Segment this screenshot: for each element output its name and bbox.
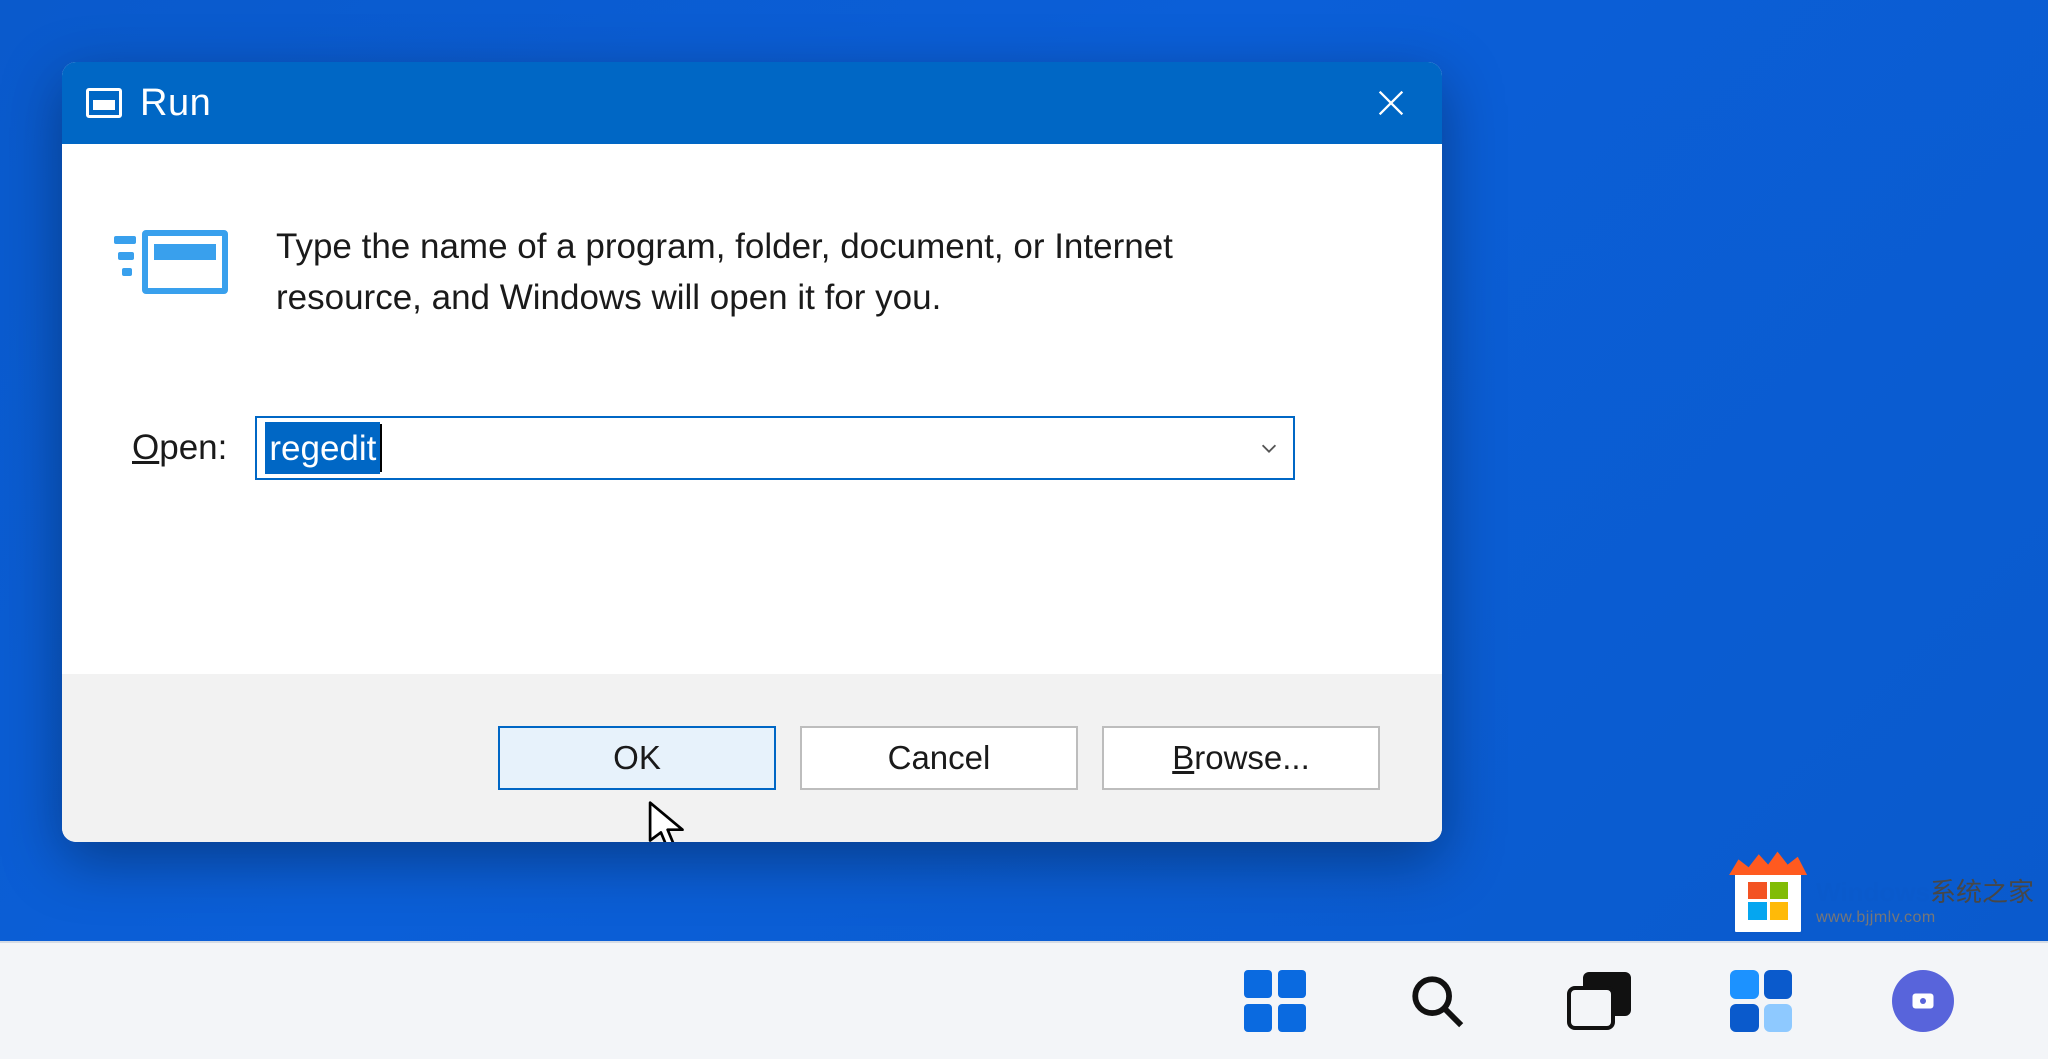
run-title-icon: [86, 88, 122, 118]
open-input-value[interactable]: regedit: [265, 422, 380, 474]
watermark-title: Windows系统之家: [1816, 877, 2034, 908]
open-combobox[interactable]: regedit: [255, 416, 1295, 480]
dialog-button-row: OK Cancel Browse...: [62, 674, 1442, 842]
close-icon: [1374, 86, 1408, 120]
titlebar[interactable]: Run: [62, 62, 1442, 144]
window-title: Run: [140, 82, 211, 125]
open-label: Open:: [132, 428, 227, 468]
chat-button[interactable]: [1888, 966, 1958, 1036]
watermark: Windows系统之家 www.bjjmlv.com: [1732, 869, 2034, 935]
start-button[interactable]: [1240, 966, 1310, 1036]
search-icon: [1408, 972, 1466, 1030]
windows-start-icon: [1244, 970, 1306, 1032]
browse-button[interactable]: Browse...: [1102, 726, 1380, 790]
ok-button[interactable]: OK: [498, 726, 776, 790]
taskbar-search-button[interactable]: [1402, 966, 1472, 1036]
watermark-house-icon: [1732, 869, 1804, 935]
run-dialog-icon: [132, 222, 228, 302]
widgets-icon: [1730, 970, 1792, 1032]
watermark-url: www.bjjmlv.com: [1816, 908, 2034, 927]
chat-icon: [1892, 970, 1954, 1032]
desktop: Run Type the name of a program, folder, …: [0, 0, 2048, 1059]
widgets-button[interactable]: [1726, 966, 1796, 1036]
task-view-icon: [1567, 972, 1631, 1030]
cancel-button[interactable]: Cancel: [800, 726, 1078, 790]
task-view-button[interactable]: [1564, 966, 1634, 1036]
dialog-body: Type the name of a program, folder, docu…: [62, 144, 1442, 674]
close-button[interactable]: [1356, 73, 1426, 133]
chevron-down-icon[interactable]: [1257, 436, 1281, 460]
taskbar: [0, 941, 2048, 1059]
dialog-description: Type the name of a program, folder, docu…: [276, 222, 1236, 324]
run-dialog: Run Type the name of a program, folder, …: [62, 62, 1442, 842]
